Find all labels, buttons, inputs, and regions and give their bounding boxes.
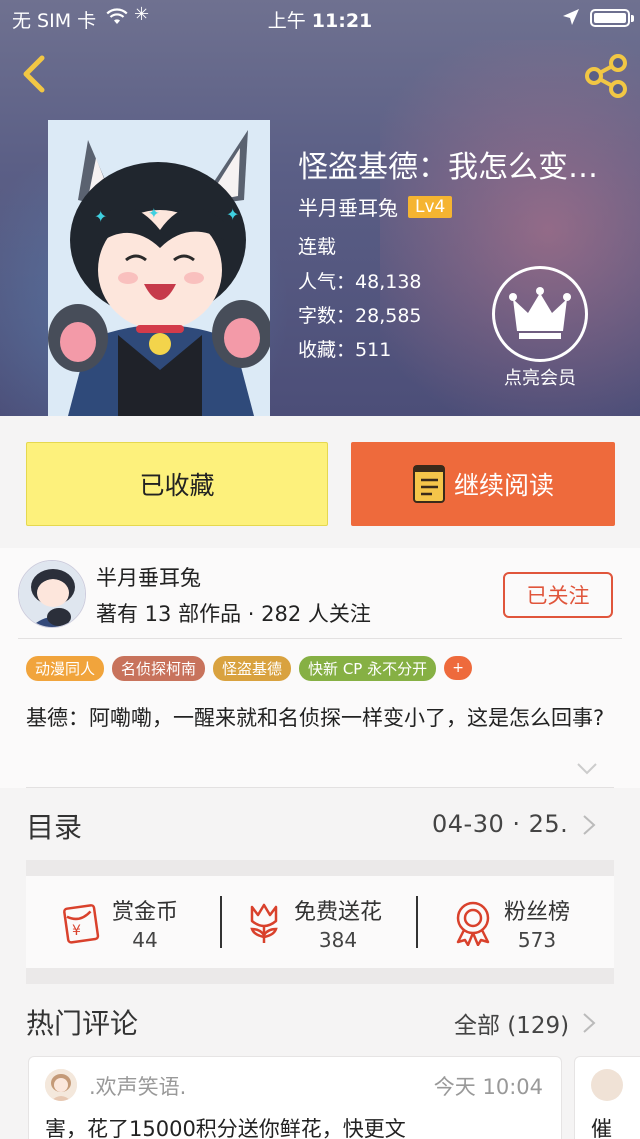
- section-gap: [26, 860, 614, 876]
- reward-value: 384: [318, 928, 358, 952]
- rewards-bar: ¥ 赏金币 44 免费送花 384 粉丝榜 573: [26, 876, 614, 968]
- vip-membership-button[interactable]: 点亮会员: [490, 266, 590, 390]
- tag-chip[interactable]: 名侦探柯南: [112, 656, 206, 681]
- toc-label[interactable]: 目录: [26, 806, 82, 846]
- commenter-avatar[interactable]: [591, 1069, 623, 1101]
- book-cover-image[interactable]: ✦ ✦ ✦: [48, 120, 270, 416]
- section-gap: [26, 968, 614, 984]
- reward-value: 573: [517, 928, 557, 952]
- chevron-right-icon[interactable]: [582, 1012, 596, 1034]
- tag-list: 动漫同人 名侦探柯南 怪盗基德 快新 CP 永不分开 +: [26, 656, 473, 681]
- favorites-stat: 收藏：511: [298, 339, 392, 361]
- book-header: 无 SIM 卡 ✳ 上午 11:21 ✦ ✦ ✦ 怪盗基德：我怎么变… 半月垂耳…: [0, 0, 640, 416]
- book-title: 怪盗基德：我怎么变…: [298, 150, 598, 185]
- status-bar: 无 SIM 卡 ✳ 上午 11:21: [0, 0, 640, 36]
- red-envelope-icon: ¥: [63, 904, 100, 944]
- tag-chip[interactable]: 快新 CP 永不分开: [299, 656, 437, 681]
- svg-text:¥: ¥: [72, 923, 81, 939]
- comment-text: 催: [591, 1117, 612, 1139]
- follow-button[interactable]: 已关注: [503, 572, 613, 618]
- reward-label: 粉丝榜: [504, 900, 571, 925]
- back-chevron-icon[interactable]: [14, 52, 54, 96]
- location-arrow-icon: [563, 9, 579, 25]
- toc-latest-chapter[interactable]: 04-30 · 25.: [432, 810, 568, 838]
- author-stats: 著有 13 部作品 · 282 人关注: [96, 602, 371, 626]
- hot-comments-title: 热门评论: [26, 1007, 139, 1040]
- flower-icon: [250, 903, 278, 943]
- reward-flower-button[interactable]: 免费送花 384: [244, 894, 382, 952]
- book-author[interactable]: 半月垂耳兔: [298, 192, 398, 221]
- status-time: 上午 11:21: [267, 10, 373, 32]
- reward-label: 免费送花: [294, 900, 383, 925]
- vip-label: 点亮会员: [504, 368, 576, 389]
- all-comments-link[interactable]: 全部 (129): [454, 1006, 569, 1040]
- comment-card[interactable]: .欢声笑语. 今天 10:04 害，花了15000积分送你鲜花，快更文: [28, 1056, 562, 1139]
- continue-reading-button[interactable]: 继续阅读: [351, 442, 615, 526]
- favorited-button[interactable]: 已收藏: [26, 442, 328, 526]
- divider: [220, 896, 222, 948]
- book-description: 基德：阿嘞嘞，一醒来就和名侦探一样变小了，这是怎么回事?: [26, 706, 605, 730]
- follow-label: 已关注: [526, 584, 590, 608]
- divider: [18, 638, 622, 639]
- comment-card[interactable]: 催: [574, 1056, 640, 1139]
- word-count-stat: 字数：28,585: [298, 305, 422, 327]
- crown-icon: [492, 266, 588, 362]
- more-tags-button[interactable]: +: [444, 656, 473, 680]
- divider: [26, 787, 614, 788]
- commenter-name[interactable]: .欢声笑语.: [89, 1071, 186, 1101]
- continue-reading-label: 继续阅读: [453, 471, 554, 500]
- comment-time: 今天 10:04: [433, 1075, 543, 1099]
- reward-value: 44: [132, 928, 158, 952]
- chevron-right-icon[interactable]: [582, 814, 596, 836]
- book-status: 连载: [298, 236, 337, 258]
- share-icon[interactable]: [582, 52, 630, 100]
- author-name[interactable]: 半月垂耳兔: [96, 562, 201, 592]
- medal-icon: [456, 901, 490, 946]
- battery-icon: [590, 9, 634, 27]
- tag-chip[interactable]: 动漫同人: [26, 656, 105, 681]
- svg-text:✦: ✦: [148, 206, 160, 222]
- divider: [416, 896, 418, 948]
- chevron-down-icon[interactable]: [576, 762, 598, 776]
- svg-text:✦: ✦: [226, 205, 239, 224]
- tag-chip[interactable]: 怪盗基德: [213, 656, 292, 681]
- svg-text:✦: ✦: [94, 207, 107, 226]
- author-avatar[interactable]: [18, 560, 86, 628]
- comment-text: 害，花了15000积分送你鲜花，快更文: [45, 1117, 406, 1139]
- book-icon: [412, 465, 445, 503]
- commenter-avatar[interactable]: [45, 1069, 77, 1101]
- fan-ranking-button[interactable]: 粉丝榜 573: [452, 894, 570, 952]
- popularity-stat: 人气：48,138: [298, 271, 422, 293]
- book-author-row[interactable]: 半月垂耳兔 Lv4: [298, 192, 453, 221]
- author-level-badge: Lv4: [408, 195, 453, 218]
- favorited-label: 已收藏: [139, 471, 215, 500]
- reward-label: 赏金币: [112, 900, 179, 925]
- reward-coins-button[interactable]: ¥ 赏金币 44: [58, 894, 178, 952]
